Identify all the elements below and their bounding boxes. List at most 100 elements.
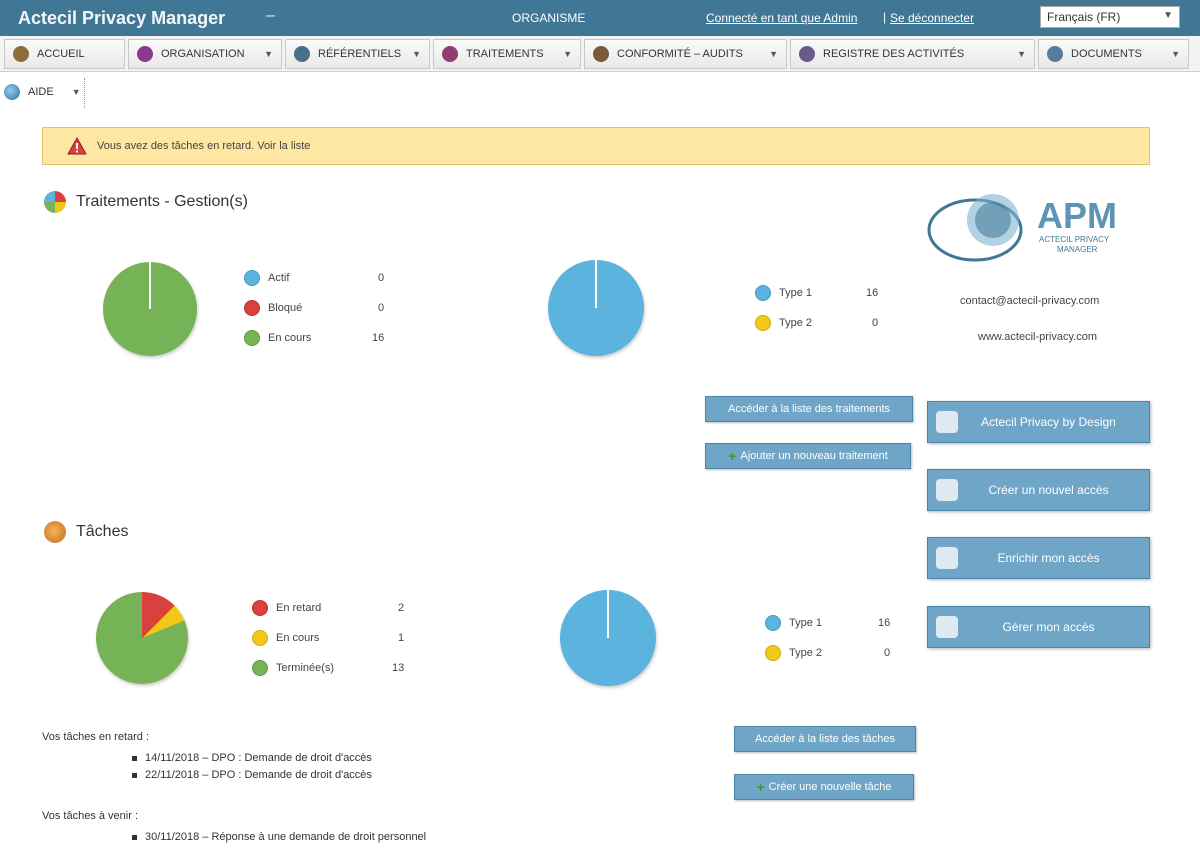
manage-access-button[interactable]: Gérer mon accès: [927, 606, 1150, 648]
legend-value: 1: [398, 632, 405, 644]
pie-slice-divider: [149, 262, 151, 309]
svg-text:APM: APM: [1037, 195, 1117, 236]
plus-icon: +: [756, 779, 765, 795]
chevron-down-icon: ▼: [769, 49, 778, 59]
add-traitement-button[interactable]: + Ajouter un nouveau traitement: [705, 443, 911, 469]
pie-slice-divider: [595, 260, 597, 308]
privacy-by-design-button[interactable]: Actecil Privacy by Design: [927, 401, 1150, 443]
legend-item: En retard: [252, 600, 321, 616]
section-title-text: Traitements - Gestion(s): [76, 193, 248, 210]
legend-label: Actif: [268, 272, 290, 284]
traitements-status-pie: [103, 262, 197, 356]
organization-name: ORGANISME: [512, 11, 586, 25]
enrich-icon: [936, 547, 958, 569]
legend-value: 0: [872, 317, 879, 329]
documents-icon: [1047, 46, 1063, 62]
new-access-button[interactable]: Créer un nouvel accès: [927, 469, 1150, 511]
menu-item-aide[interactable]: AIDE ▼: [0, 78, 85, 108]
access-icon: [936, 479, 958, 501]
legend-label: En retard: [276, 602, 322, 614]
chevron-down-icon: ▼: [1017, 49, 1026, 59]
referentiels-icon: [294, 46, 310, 62]
button-label: Ajouter un nouveau traitement: [740, 450, 888, 462]
button-label: Gérer mon accès: [1002, 620, 1095, 634]
overdue-alert[interactable]: Vous avez des tâches en retard. Voir la …: [42, 127, 1150, 165]
button-label: Accéder à la liste des traitements: [727, 403, 891, 415]
pie-slice-divider: [607, 590, 609, 638]
legend-dot: [755, 315, 771, 331]
chevron-down-icon: ▼: [563, 49, 572, 59]
chevron-down-icon: ▼: [1171, 49, 1180, 59]
legend-value: 16: [372, 332, 385, 344]
legend-dot: [252, 600, 268, 616]
manage-icon: [936, 616, 958, 638]
menu-item-organisation[interactable]: ORGANISATION ▼: [128, 39, 282, 69]
legend-label: Terminée(s): [276, 662, 335, 674]
audits-icon: [593, 46, 609, 62]
taches-list-button[interactable]: Accéder à la liste des tâches: [734, 726, 916, 752]
menu-item-accueil[interactable]: ACCUEIL: [4, 39, 125, 69]
home-icon: [13, 46, 29, 62]
menu-item-documents[interactable]: DOCUMENTS ▼: [1038, 39, 1189, 69]
legend-dot: [252, 630, 268, 646]
bullet-icon: [132, 772, 137, 778]
menu-item-registre[interactable]: REGISTRE DES ACTIVITÉS ▼: [790, 39, 1035, 69]
svg-text:MANAGER: MANAGER: [1057, 245, 1098, 254]
legend-value: 2: [398, 602, 405, 614]
taches-type-pie: [560, 590, 656, 686]
website-link[interactable]: www.actecil-privacy.com: [978, 331, 1097, 343]
list-item[interactable]: 22/11/2018 – DPO : Demande de droit d'ac…: [132, 769, 372, 781]
menu-item-label: RÉFÉRENTIELS: [318, 48, 402, 60]
legend-item: Actif: [244, 270, 289, 286]
legend-label: Type 2: [789, 647, 823, 659]
legend-item: Type 2: [765, 645, 822, 661]
chevron-down-icon: ▼: [264, 49, 273, 59]
taches-title: Tâches: [44, 521, 128, 543]
legend-item: Type 1: [765, 615, 822, 631]
enrich-access-button[interactable]: Enrichir mon accès: [927, 537, 1150, 579]
traitements-title: Traitements - Gestion(s): [44, 191, 248, 213]
menu-item-label: AIDE: [28, 86, 54, 98]
top-bar: Actecil Privacy Manager – ORGANISME Conn…: [0, 0, 1200, 36]
apm-logo: APM ACTECIL PRIVACY MANAGER: [927, 194, 1117, 262]
menu-item-audits[interactable]: CONFORMITÉ – AUDITS ▼: [584, 39, 787, 69]
traitements-list-button[interactable]: Accéder à la liste des traitements: [705, 396, 913, 422]
legend-label: En cours: [276, 632, 320, 644]
menu-item-label: ACCUEIL: [37, 48, 85, 60]
legend-dot: [252, 660, 268, 676]
menu-item-referentiels[interactable]: RÉFÉRENTIELS ▼: [285, 39, 430, 69]
user-link[interactable]: Connecté en tant que Admin: [706, 11, 857, 25]
button-label: Actecil Privacy by Design: [981, 415, 1116, 429]
logout-link[interactable]: Se déconnecter: [890, 11, 974, 25]
legend-label: Type 2: [779, 317, 813, 329]
main-menu: ACCUEIL ORGANISATION ▼ RÉFÉRENTIELS ▼ TR…: [0, 36, 1200, 72]
svg-text:ACTECIL PRIVACY: ACTECIL PRIVACY: [1039, 235, 1110, 244]
legend-item: Bloqué: [244, 300, 302, 316]
taches-icon: [44, 521, 66, 543]
menu-item-label: TRAITEMENTS: [466, 48, 544, 60]
menu-item-label: ORGANISATION: [161, 48, 245, 60]
organisation-icon: [137, 46, 153, 62]
section-title-text: Tâches: [76, 523, 129, 540]
list-item[interactable]: 30/11/2018 – Réponse à une demande de dr…: [132, 831, 426, 843]
button-label: Créer une nouvelle tâche: [768, 781, 892, 793]
legend-dot: [244, 300, 260, 316]
legend-label: Type 1: [779, 287, 813, 299]
menu-item-traitements[interactable]: TRAITEMENTS ▼: [433, 39, 581, 69]
legend-value: 16: [866, 287, 879, 299]
legend-label: Bloqué: [268, 302, 303, 314]
language-select[interactable]: Français (FR) ▼: [1040, 6, 1180, 28]
upcoming-heading: Vos tâches à venir :: [42, 810, 138, 822]
legend-item: En cours: [244, 330, 311, 346]
chevron-down-icon: ▼: [71, 87, 81, 97]
button-label: Accéder à la liste des tâches: [754, 733, 896, 745]
chevron-down-icon: ▼: [1163, 10, 1173, 21]
traitements-type-pie: [548, 260, 644, 356]
chevron-down-icon: ▼: [412, 49, 421, 59]
list-item[interactable]: 14/11/2018 – DPO : Demande de droit d'ac…: [132, 752, 372, 764]
add-tache-button[interactable]: + Créer une nouvelle tâche: [734, 774, 914, 800]
traitements-icon: [44, 191, 66, 213]
bullet-icon: [132, 755, 137, 761]
title-dash: –: [266, 7, 275, 24]
contact-email[interactable]: contact@actecil-privacy.com: [960, 295, 1099, 307]
